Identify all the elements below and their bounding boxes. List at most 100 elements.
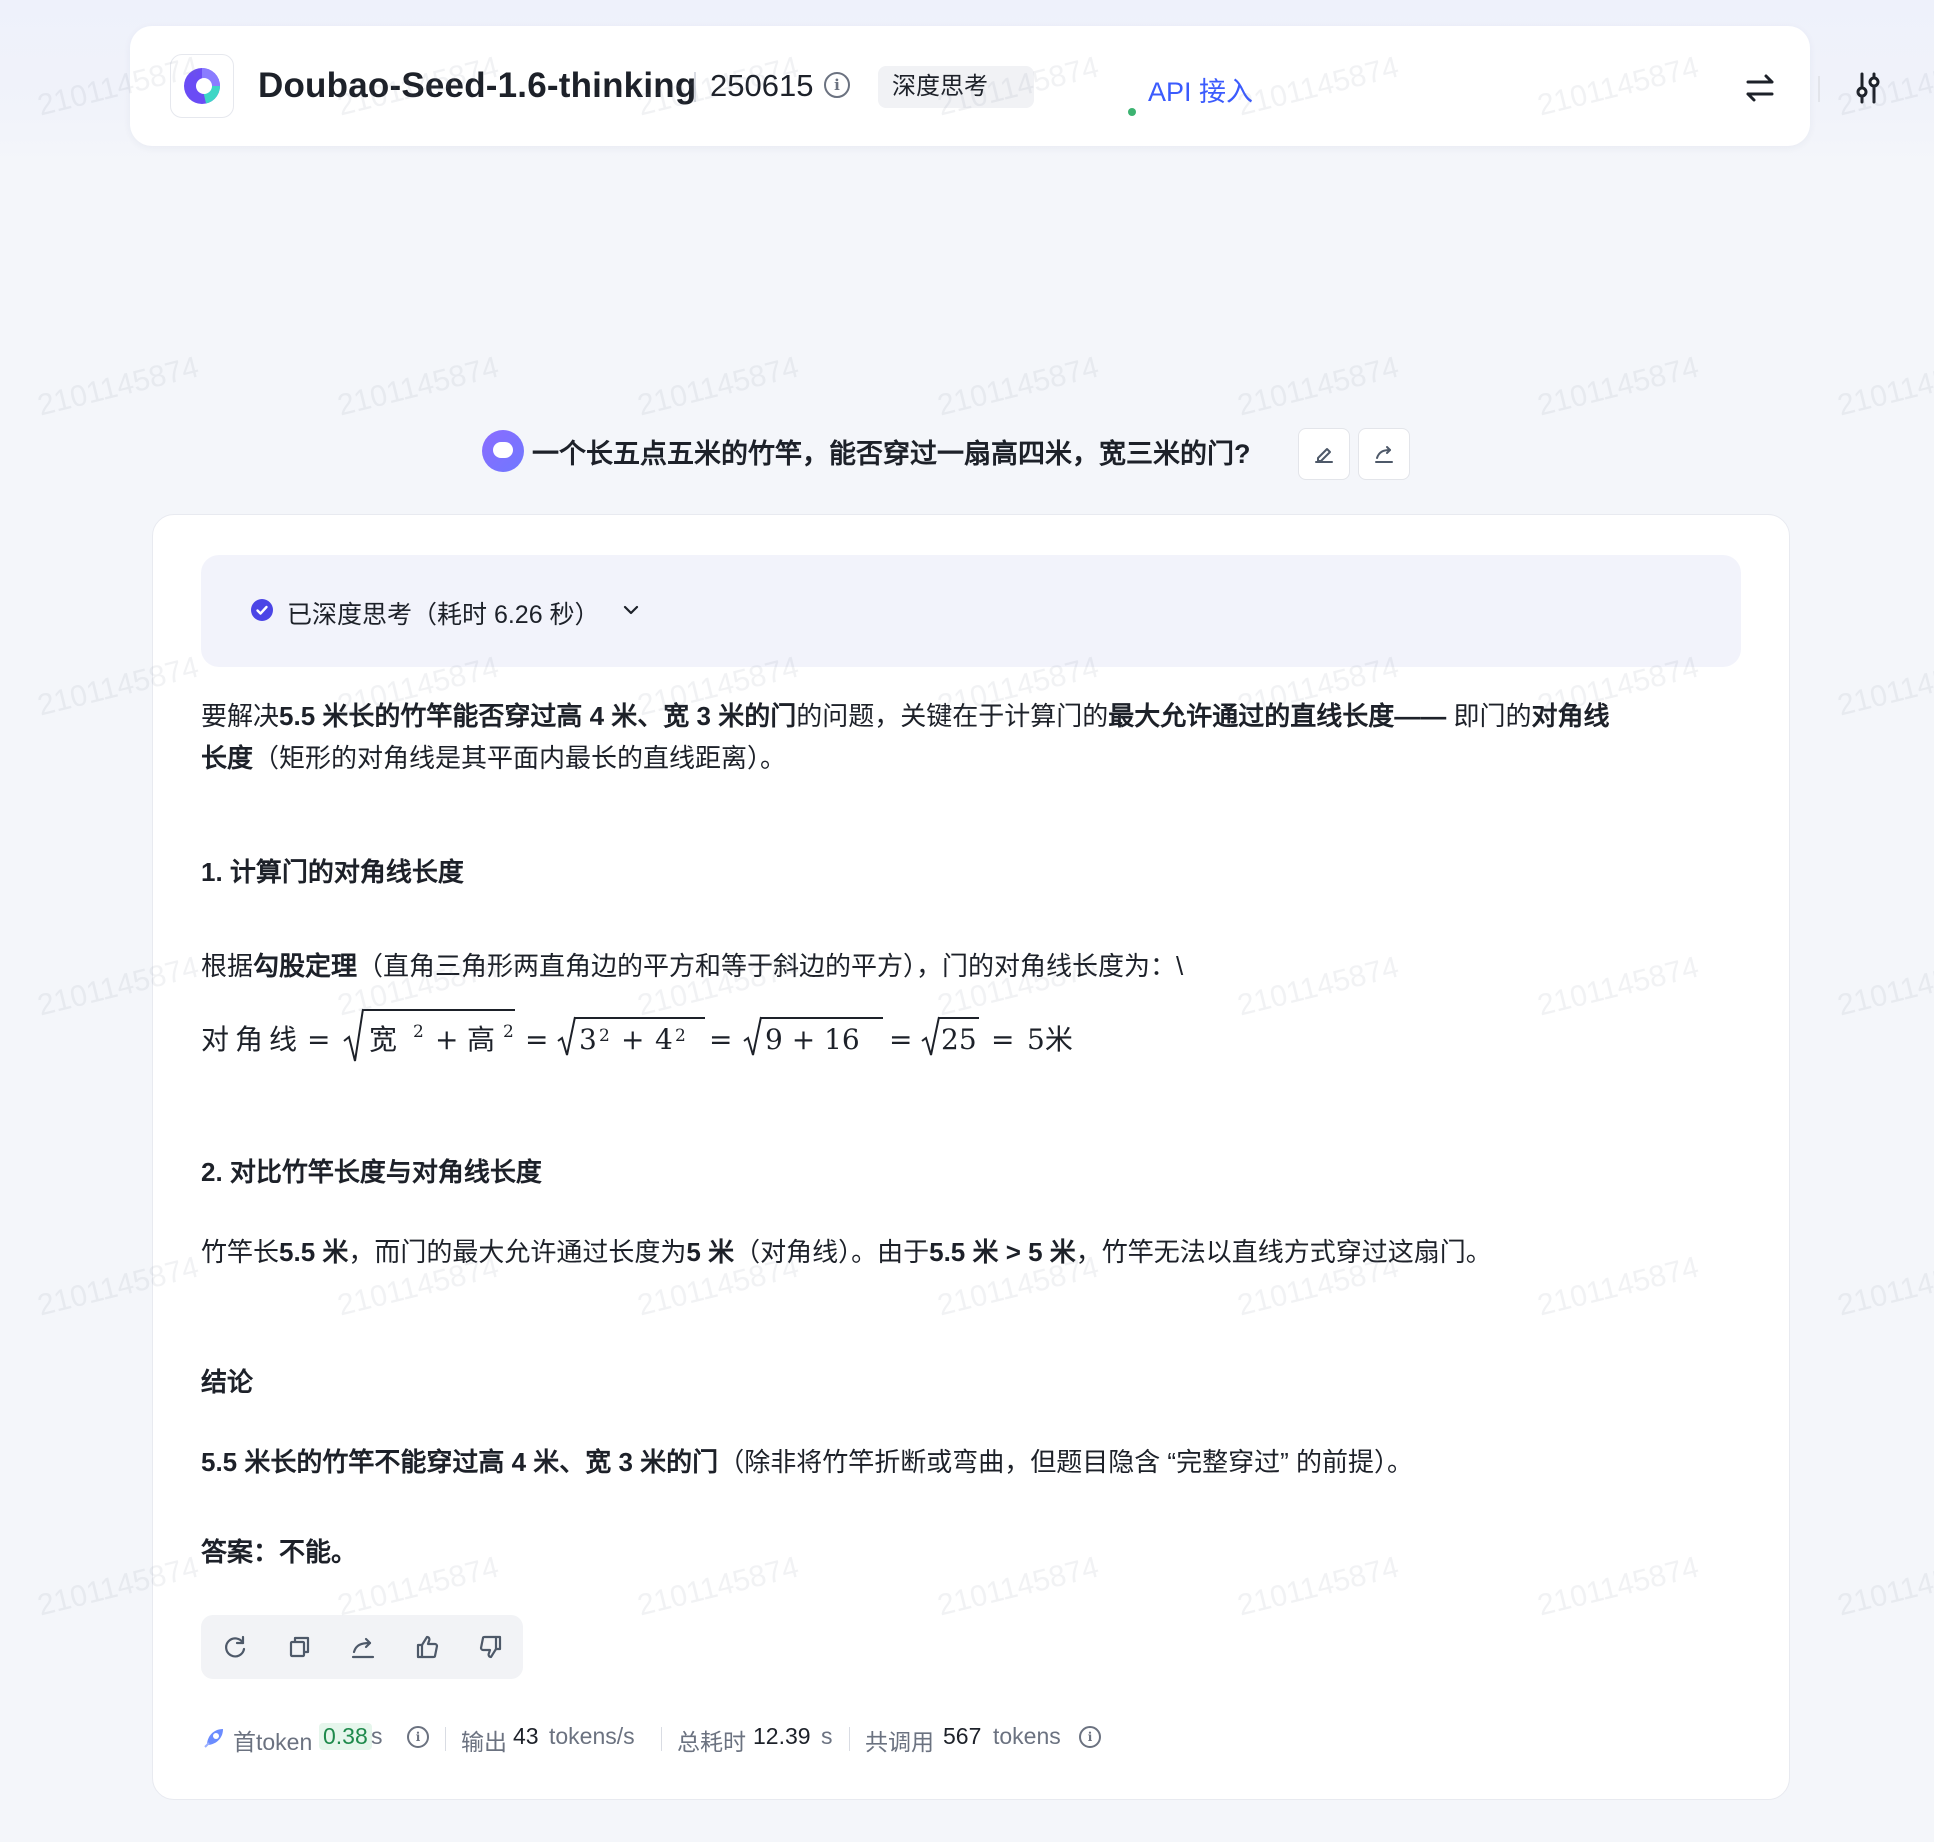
text-run: ，而门的最大允许通过长度为 xyxy=(348,1237,687,1267)
watermark-text: 2101145874 xyxy=(1234,350,1403,423)
formula-sum: 9 + 16 xyxy=(765,1023,860,1056)
section-2-paragraph: 竹竿长5.5 米，而门的最大允许通过长度为5 米（对角线）。由于5.5 米 > … xyxy=(201,1231,1492,1273)
answer-intro: 要解决5.5 米长的竹竿能否穿过高 4 米、宽 3 米的门的问题，关键在于计算门… xyxy=(201,695,1609,737)
first-token-value: 0.38 xyxy=(319,1723,372,1750)
share-icon xyxy=(351,1637,375,1659)
swap-arrows-icon[interactable] xyxy=(1736,64,1784,112)
text-run: （除非将竹竿折断或弯曲，但题目隐含 “完整穿过” 的前提）。 xyxy=(718,1447,1413,1477)
output-unit: tokens/s xyxy=(549,1723,635,1749)
formula-equals-3: = xyxy=(709,1023,733,1056)
status-dot xyxy=(1128,108,1136,116)
watermark-text: 2101145874 xyxy=(1834,1250,1934,1323)
formula-plus-1: + xyxy=(435,1023,459,1056)
text-run: 5.5 米 xyxy=(279,1237,349,1267)
text-run: 竹竿长 xyxy=(201,1237,280,1267)
text-run: 5.5 米长的竹竿能否穿过高 4 米、宽 3 米的门 xyxy=(279,701,797,731)
formula-result: 5米 xyxy=(1027,1023,1073,1056)
formula-equals: = xyxy=(307,1023,331,1056)
watermark-text: 2101145874 xyxy=(1834,950,1934,1023)
total-time-unit: s xyxy=(821,1723,833,1749)
stats-divider xyxy=(849,1727,850,1751)
output-label: 输出 xyxy=(461,1729,507,1755)
text-run: 根据 xyxy=(201,951,254,981)
text-run: ，竹竿无法以直线方式穿过这扇门。 xyxy=(1075,1237,1492,1267)
share-answer-button[interactable] xyxy=(347,1631,379,1663)
model-name: Doubao-Seed-1.6-thinking xyxy=(258,66,697,105)
text-run: （矩形的对角线是其平面内最长的直线距离）。 xyxy=(253,743,787,773)
deep-thinking-tag: 深度思考 xyxy=(878,66,1034,108)
section-2-title: 2. 对比竹竿长度与对角线长度 xyxy=(201,1157,542,1187)
answer-action-bar xyxy=(201,1615,523,1679)
thumbs-up-icon xyxy=(416,1635,439,1659)
formula-n4: 4 xyxy=(655,1023,673,1056)
formula-sq-4: 2 xyxy=(675,1026,686,1046)
watermark-text: 2101145874 xyxy=(34,350,203,423)
check-circle-icon xyxy=(251,599,273,621)
edit-question-button[interactable] xyxy=(1298,428,1350,480)
copy-icon xyxy=(289,1636,310,1658)
header-button-divider xyxy=(1818,76,1820,102)
dislike-button[interactable] xyxy=(475,1631,507,1663)
conclusion-title: 结论 xyxy=(201,1367,254,1397)
formula-equals-4: = xyxy=(889,1023,913,1056)
copy-button[interactable] xyxy=(283,1631,315,1663)
formula-width: 宽 xyxy=(369,1023,398,1056)
text-run: 5 米 xyxy=(686,1237,735,1267)
section-1-title: 1. 计算门的对角线长度 xyxy=(201,857,464,887)
share-icon xyxy=(1375,446,1393,463)
formula-n25: 25 xyxy=(941,1023,977,1056)
first-token-unit: s xyxy=(371,1723,383,1749)
formula-sq-3: 2 xyxy=(599,1026,610,1046)
text-run: 最大允许通过的直线长度—— xyxy=(1108,701,1454,731)
section-1-paragraph: 根据勾股定理（直角三角形两直角边的平方和等于斜边的平方），门的对角线长度为：\ xyxy=(201,945,1183,987)
thumbs-down-icon xyxy=(479,1635,502,1659)
edit-icon xyxy=(1315,448,1333,463)
text-run: 的问题，关键在于计算门的 xyxy=(796,701,1109,731)
formula-n3: 3 xyxy=(579,1023,597,1056)
text-run: 勾股定理 xyxy=(253,951,358,981)
total-time-value: 12.39 xyxy=(753,1723,811,1749)
text-run: 5.5 米 > 5 米 xyxy=(929,1237,1076,1267)
text-run: 长度 xyxy=(201,743,254,773)
text-run: （对角线）。由于 xyxy=(734,1237,930,1267)
text-run: 对角线 xyxy=(1531,701,1610,731)
first-token-label: 首token xyxy=(233,1729,313,1755)
share-question-button[interactable] xyxy=(1358,428,1410,480)
answer-intro-line2: 长度（矩形的对角线是其平面内最长的直线距离）。 xyxy=(201,737,786,779)
total-tokens-label: 共调用 xyxy=(865,1729,934,1755)
answer-card: 已深度思考（耗时 6.26 秒） 要解决5.5 米长的竹竿能否穿过高 4 米、宽… xyxy=(152,514,1790,1800)
watermark-text: 2101145874 xyxy=(1834,1550,1934,1623)
formula-lhs: 对角线 xyxy=(201,1023,304,1056)
model-version: 250615 xyxy=(710,68,814,103)
chevron-down-icon xyxy=(623,605,639,615)
text-run: 5.5 米长的竹竿不能穿过高 4 米、宽 3 米的门 xyxy=(201,1447,719,1477)
rocket-icon xyxy=(204,1729,223,1748)
sliders-icon[interactable] xyxy=(1844,64,1892,112)
formula-height: 高 xyxy=(467,1023,496,1056)
thinking-duration-label: 已深度思考（耗时 6.26 秒） xyxy=(287,601,600,629)
doubao-logo-icon xyxy=(170,54,234,118)
header-divider xyxy=(694,72,696,102)
stats-divider xyxy=(445,1727,446,1751)
formula-plus-2: + xyxy=(621,1023,645,1056)
text-run: 要解决 xyxy=(201,701,280,731)
first-token-info-icon[interactable]: i xyxy=(407,1726,429,1748)
watermark-text: 2101145874 xyxy=(334,350,503,423)
formula-sq-2: 2 xyxy=(503,1022,514,1042)
api-access-link[interactable]: API 接入 xyxy=(1148,70,1253,109)
version-info-icon[interactable]: i xyxy=(824,72,850,98)
stats-divider xyxy=(661,1727,662,1751)
watermark-text: 2101145874 xyxy=(1834,650,1934,723)
output-value: 43 xyxy=(513,1723,539,1749)
regenerate-button[interactable] xyxy=(219,1631,251,1663)
final-answer: 答案：不能。 xyxy=(201,1537,358,1567)
watermark-text: 2101145874 xyxy=(634,350,803,423)
total-tokens-value: 567 xyxy=(943,1723,982,1749)
thinking-summary-toggle[interactable]: 已深度思考（耗时 6.26 秒） xyxy=(201,555,1741,667)
formula-equals-2: = xyxy=(525,1023,549,1056)
text-run: 即门的 xyxy=(1453,701,1532,731)
like-button[interactable] xyxy=(411,1631,443,1663)
watermark-text: 2101145874 xyxy=(934,350,1103,423)
total-tokens-info-icon[interactable]: i xyxy=(1079,1726,1101,1748)
text-run: （直角三角形两直角边的平方和等于斜边的平方），门的对角线长度为：\ xyxy=(357,951,1184,981)
